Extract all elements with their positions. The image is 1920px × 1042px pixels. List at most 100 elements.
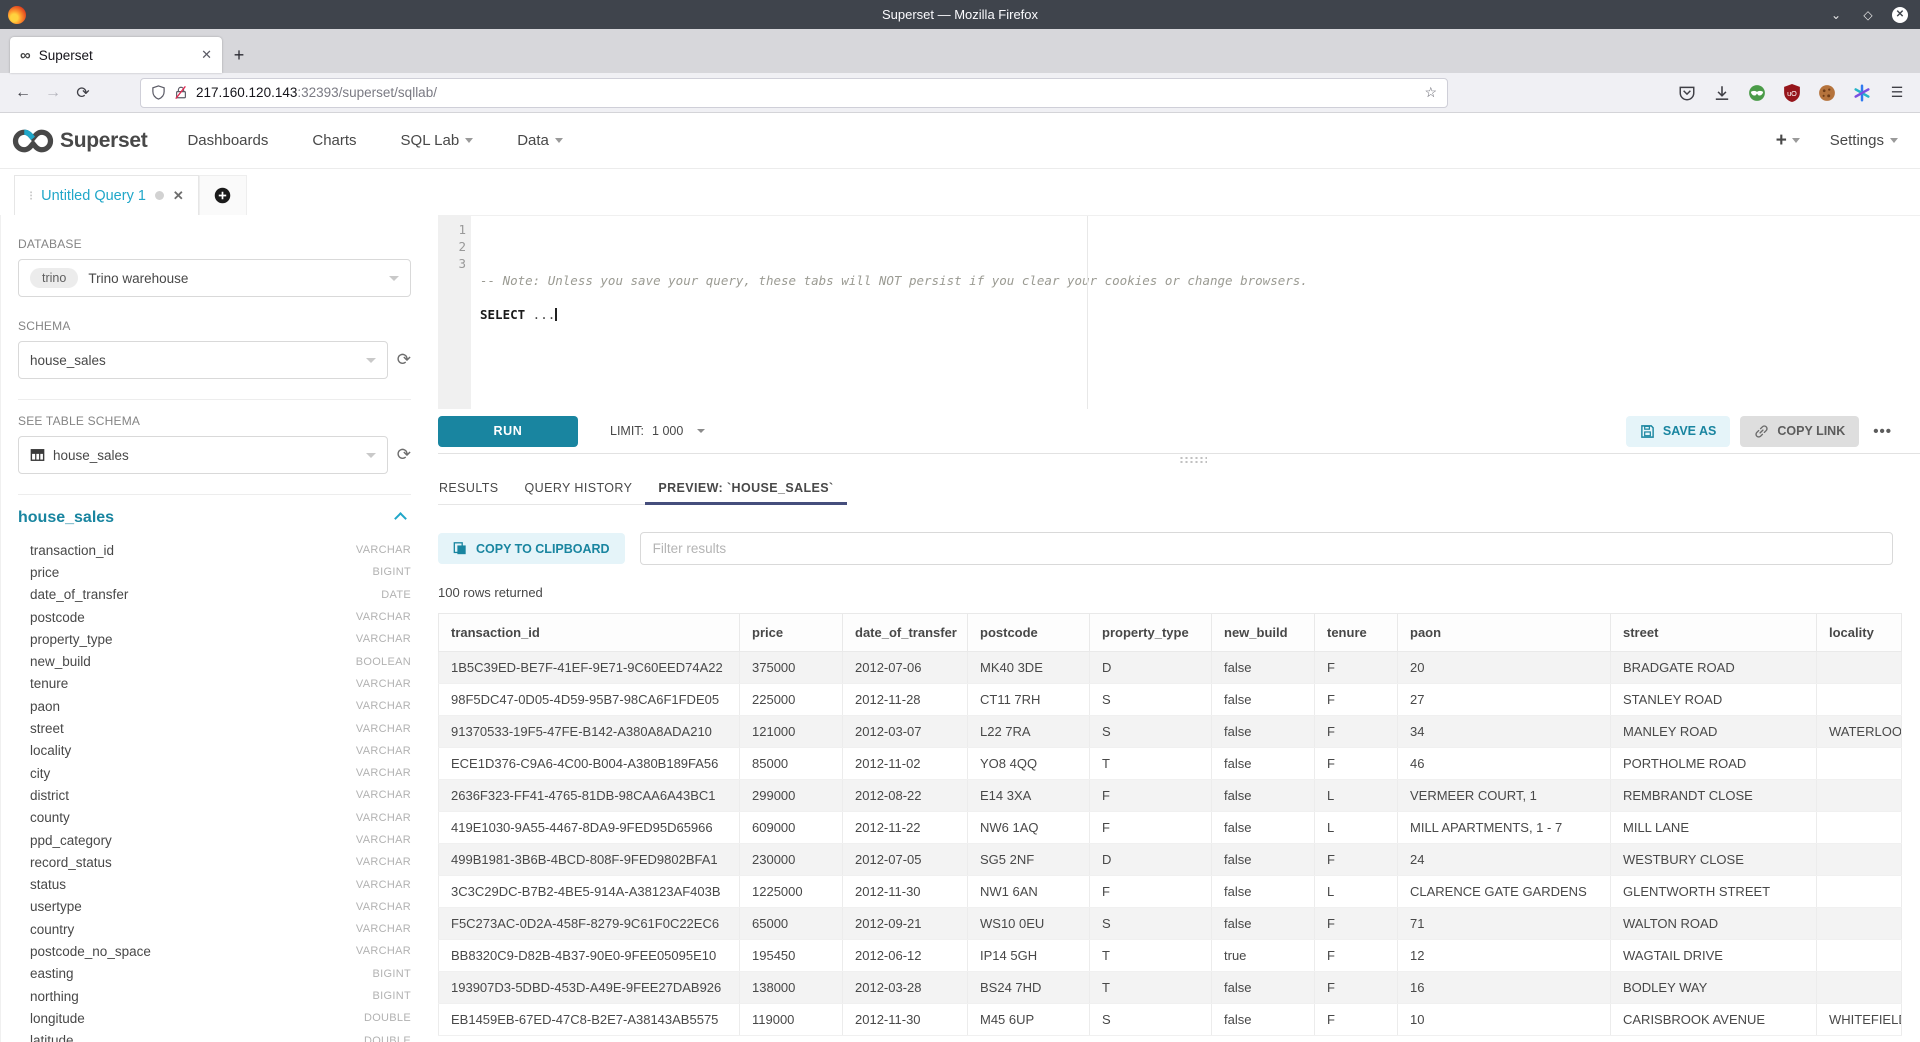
column-header-postcode[interactable]: postcode (968, 614, 1090, 652)
table-cell: 499B1981-3B6B-4BCD-808F-9FED9802BFA1 (439, 844, 740, 876)
column-header-property_type[interactable]: property_type (1090, 614, 1212, 652)
starburst-extension-icon[interactable] (1853, 84, 1871, 102)
new-item-button[interactable]: + (1776, 130, 1800, 152)
database-select[interactable]: trino Trino warehouse (18, 259, 411, 297)
table-cell: BB8320C9-D82B-4B37-90E0-9FEE05095E10 (439, 940, 740, 972)
ublock-extension-icon[interactable]: uO (1783, 84, 1801, 102)
downloads-icon[interactable] (1713, 84, 1731, 102)
table-cell (1817, 940, 1902, 972)
settings-menu[interactable]: Settings (1830, 132, 1898, 149)
column-header-paon[interactable]: paon (1398, 614, 1611, 652)
column-name: county (30, 810, 70, 825)
column-header-transaction_id[interactable]: transaction_id (439, 614, 740, 652)
column-type: VARCHAR (356, 812, 411, 824)
results-tab-preview-house-sales[interactable]: PREVIEW: `HOUSE_SALES` (645, 481, 846, 504)
editor-line (480, 289, 1920, 306)
back-button[interactable]: ← (8, 84, 38, 102)
superset-logo[interactable]: Superset (12, 128, 147, 154)
query-tab[interactable]: ⁝ Untitled Query 1 ✕ (14, 175, 199, 215)
copy-to-clipboard-button[interactable]: COPY TO CLIPBOARD (438, 533, 625, 564)
column-row: district VARCHAR (18, 784, 411, 806)
column-name: country (30, 922, 74, 937)
reload-button[interactable]: ⟳ (68, 83, 98, 103)
tab-close-icon[interactable]: ✕ (201, 47, 212, 63)
column-name: status (30, 877, 66, 892)
pane-resize-handle[interactable] (1179, 456, 1207, 464)
column-name: street (30, 721, 64, 736)
sql-editor[interactable]: 123 -- Note: Unless you save your query,… (438, 215, 1920, 409)
results-tab-results[interactable]: RESULTS (438, 481, 512, 504)
more-options-button[interactable]: ••• (1869, 423, 1896, 440)
table-cell: true (1212, 940, 1315, 972)
table-cell: F (1315, 652, 1398, 684)
bookmark-star-icon[interactable]: ☆ (1424, 84, 1437, 101)
copy-link-button[interactable]: COPY LINK (1740, 416, 1859, 447)
add-query-tab-button[interactable] (199, 175, 247, 215)
divider (18, 494, 411, 495)
editor-code-area[interactable]: -- Note: Unless you save your query, the… (471, 216, 1920, 409)
column-name: district (30, 788, 69, 803)
nav-item-charts[interactable]: Charts (312, 132, 356, 149)
nav-items: Dashboards Charts SQL Lab Data (187, 132, 562, 149)
collapse-chevron-icon[interactable] (394, 512, 407, 525)
results-tabs: RESULTSQUERY HISTORYPREVIEW: `HOUSE_SALE… (438, 481, 847, 505)
query-tab-close-icon[interactable]: ✕ (173, 188, 184, 204)
forward-button[interactable]: → (38, 84, 68, 102)
column-row: priceBIGINT (18, 561, 411, 583)
nav-item-sql-lab[interactable]: SQL Lab (401, 132, 474, 149)
save-as-button[interactable]: SAVE AS (1626, 416, 1731, 447)
pocket-extension-icon[interactable] (1678, 84, 1696, 102)
refresh-schema-icon[interactable]: ⟳ (397, 350, 411, 370)
column-header-tenure[interactable]: tenure (1315, 614, 1398, 652)
table-cell: WS10 0EU (968, 908, 1090, 940)
caret-down-icon (1890, 138, 1898, 143)
table-cell: VERMEER COURT, 1 (1398, 780, 1611, 812)
column-header-date_of_transfer[interactable]: date_of_transfer (843, 614, 968, 652)
table-icon (30, 448, 45, 462)
caret-down-icon (465, 138, 473, 143)
window-minimize-button[interactable]: ⌄ (1828, 7, 1844, 23)
limit-label: LIMIT: (610, 424, 644, 438)
column-type: VARCHAR (356, 945, 411, 957)
table-cell: L (1315, 780, 1398, 812)
cookie-extension-icon[interactable] (1818, 84, 1836, 102)
results-tab-query-history[interactable]: QUERY HISTORY (512, 481, 646, 504)
window-maximize-button[interactable]: ◇ (1860, 7, 1876, 23)
refresh-table-icon[interactable]: ⟳ (397, 445, 411, 465)
row-count-text: 100 rows returned (438, 585, 1893, 600)
drag-dots-icon[interactable]: ⁝ (29, 188, 32, 204)
column-header-locality[interactable]: locality (1817, 614, 1902, 652)
insecure-lock-icon[interactable] (174, 85, 188, 100)
column-type: VARCHAR (356, 789, 411, 801)
run-button[interactable]: RUN (438, 416, 578, 447)
browser-tab[interactable]: ∞ Superset ✕ (10, 37, 222, 73)
svg-text:uO: uO (1787, 88, 1797, 97)
limit-dropdown[interactable]: LIMIT: 1 000 (610, 424, 705, 438)
menu-hamburger-icon[interactable]: ☰ (1888, 84, 1906, 102)
table-cell: false (1212, 876, 1315, 908)
new-tab-button[interactable]: + (222, 37, 256, 73)
table-cell: 10 (1398, 1004, 1611, 1036)
column-header-street[interactable]: street (1611, 614, 1817, 652)
table-select[interactable]: house_sales (18, 436, 388, 474)
shield-icon[interactable] (151, 85, 166, 100)
table-cell: BRADGATE ROAD (1611, 652, 1817, 684)
nav-item-dashboards[interactable]: Dashboards (187, 132, 268, 149)
filter-results-input[interactable] (640, 532, 1893, 565)
table-cell (1817, 812, 1902, 844)
column-header-price[interactable]: price (740, 614, 843, 652)
column-name: easting (30, 966, 74, 981)
window-close-button[interactable]: ✕ (1892, 7, 1908, 23)
nav-item-data[interactable]: Data (517, 132, 563, 149)
editor-line-numbers: 123 (438, 216, 471, 409)
table-cell: MILL APARTMENTS, 1 - 7 (1398, 812, 1611, 844)
schema-select[interactable]: house_sales (18, 341, 388, 379)
column-row: tenureVARCHAR (18, 673, 411, 695)
table-name-heading[interactable]: house_sales (18, 509, 114, 527)
table-cell: S (1090, 684, 1212, 716)
column-header-new_build[interactable]: new_build (1212, 614, 1315, 652)
table-cell: 91370533-19F5-47FE-B142-A380A8ADA210 (439, 716, 740, 748)
privacy-extension-icon[interactable] (1748, 84, 1766, 102)
table-cell (1817, 780, 1902, 812)
url-bar[interactable]: 217.160.120.143:32393/superset/sqllab/ ☆ (140, 78, 1448, 108)
